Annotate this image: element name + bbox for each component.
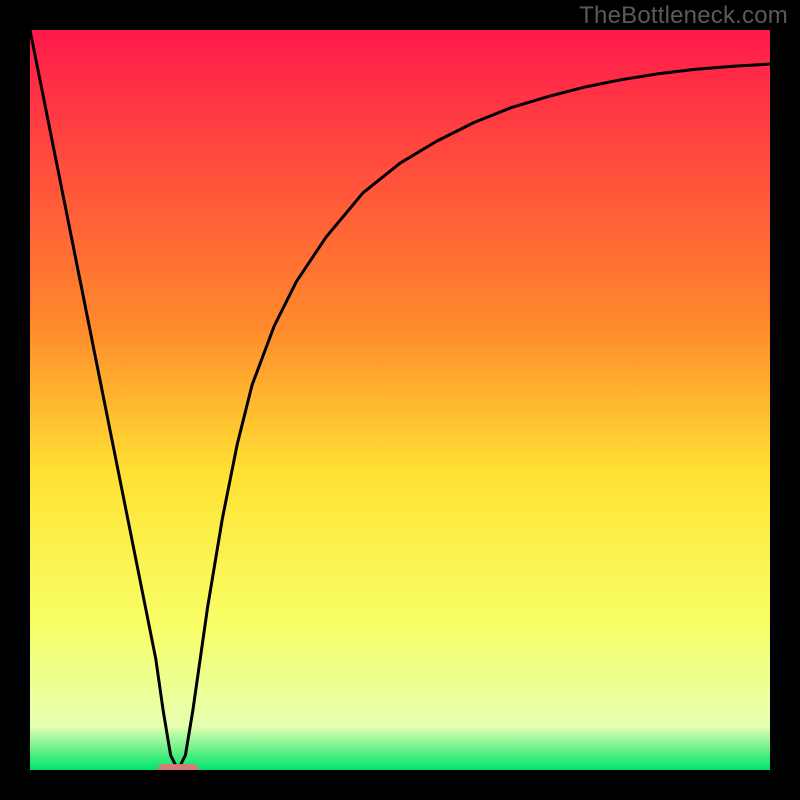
bottleneck-chart bbox=[30, 30, 770, 770]
optimum-marker bbox=[157, 764, 198, 770]
gradient-background bbox=[30, 30, 770, 770]
watermark-text: TheBottleneck.com bbox=[579, 2, 788, 30]
chart-frame: TheBottleneck.com bbox=[0, 0, 800, 800]
